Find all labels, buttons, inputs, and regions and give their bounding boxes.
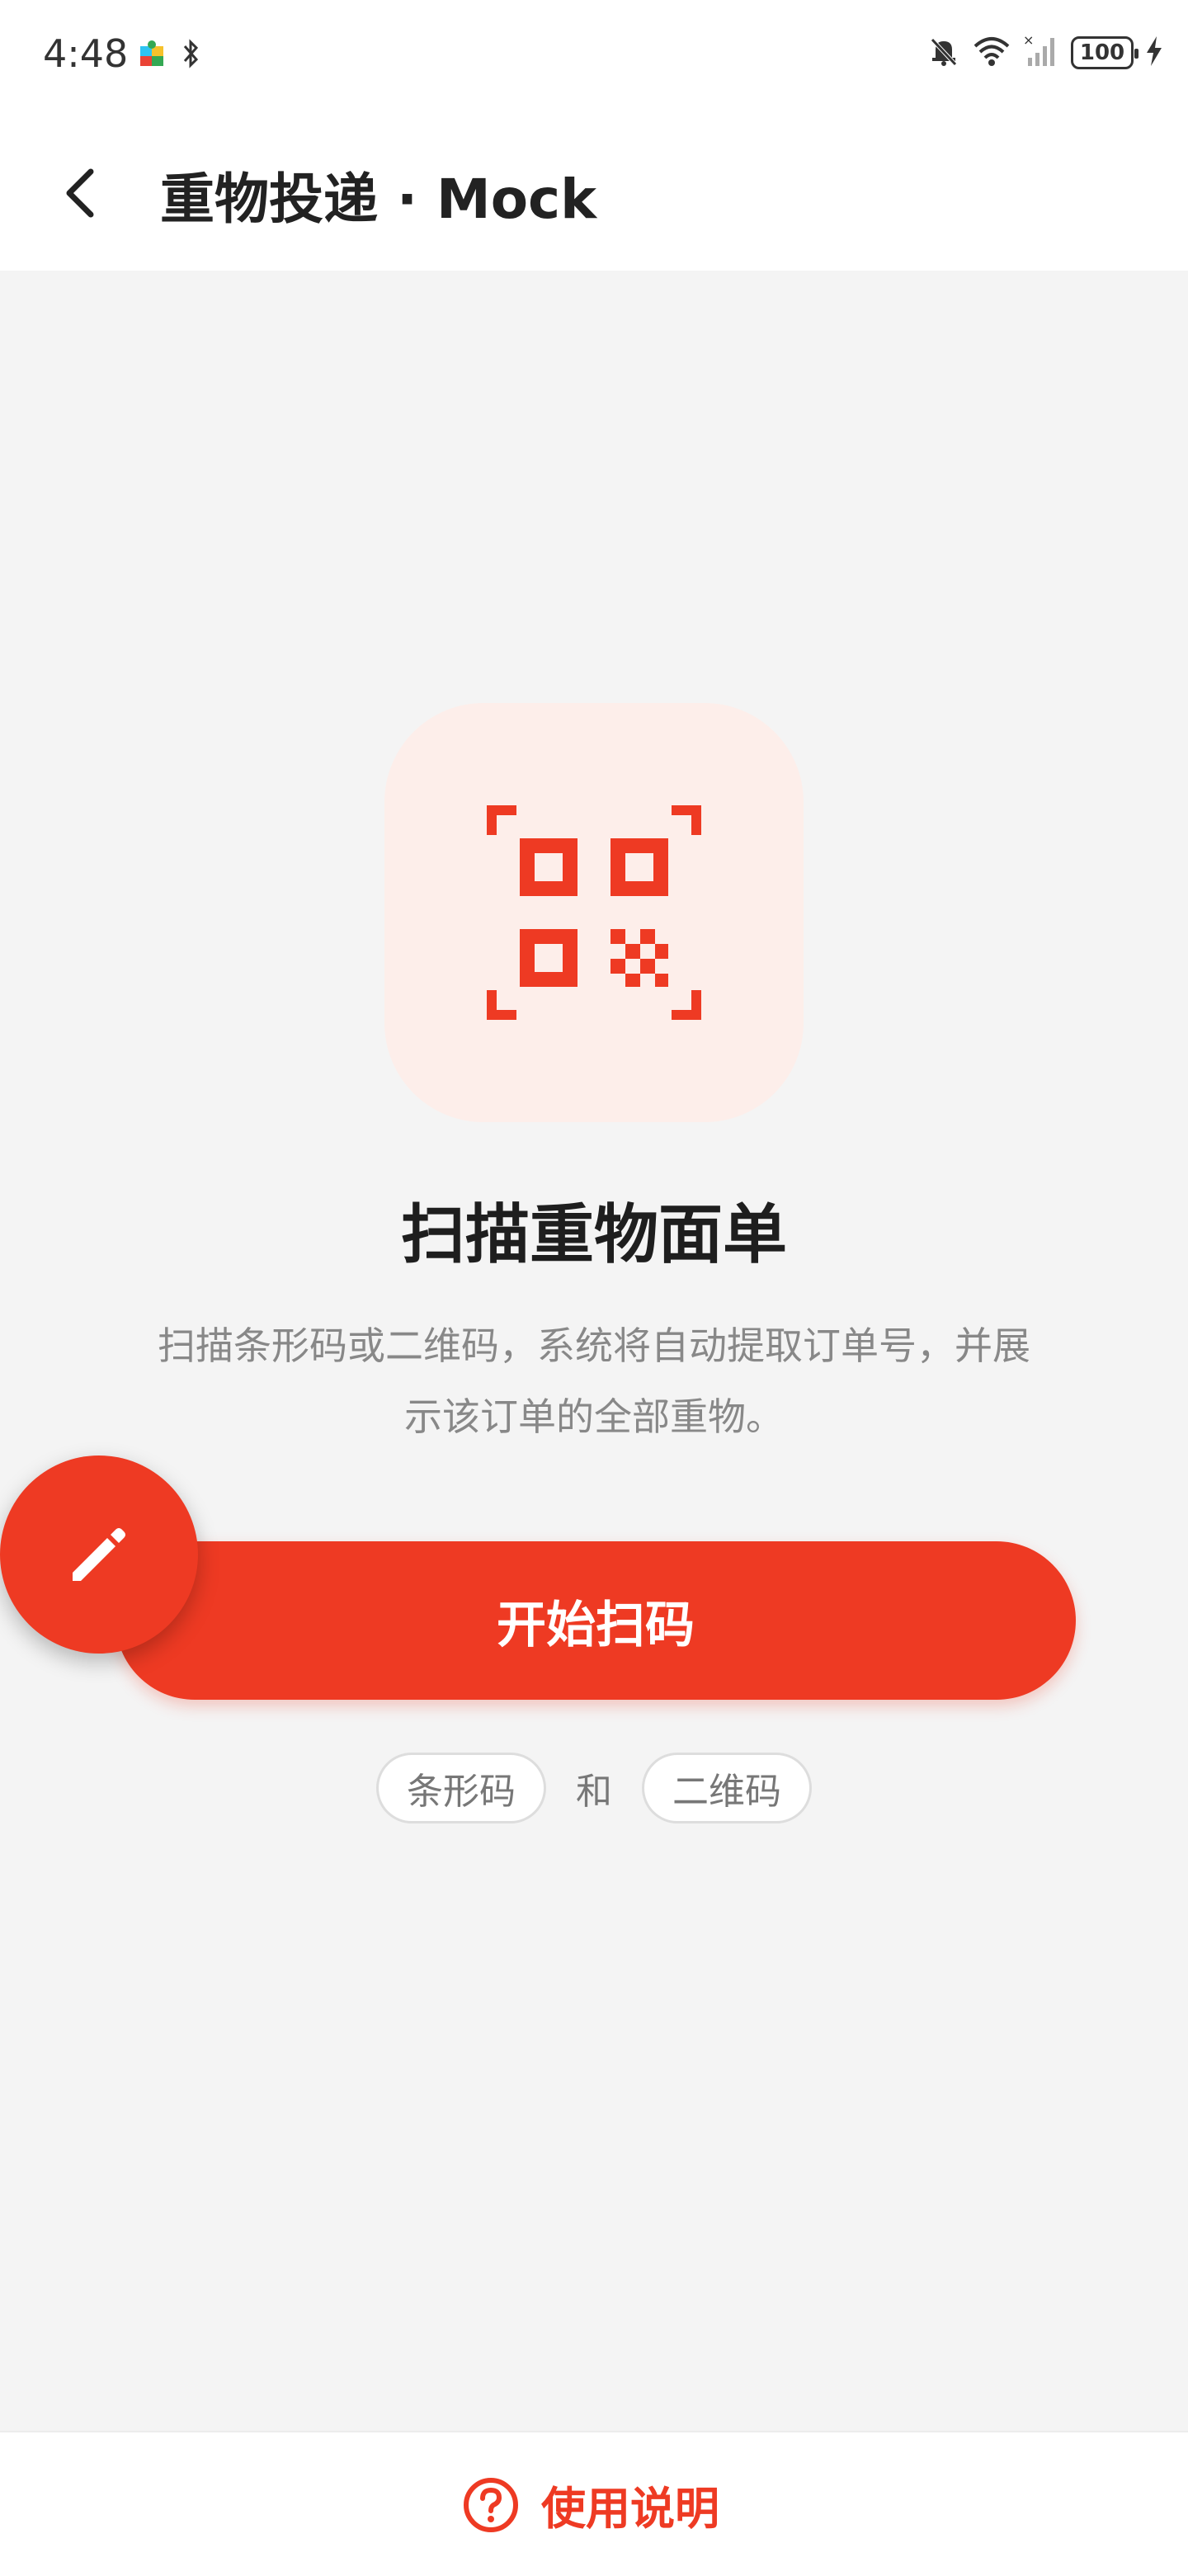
qr-scan-icon [487, 805, 701, 1020]
charging-bolt-icon [1145, 35, 1163, 71]
start-scan-button[interactable]: 开始扫码 [116, 1541, 1076, 1700]
cellular-signal-icon: × [1023, 32, 1059, 73]
status-app-icons [139, 38, 201, 73]
chevron-left-icon [66, 168, 94, 218]
status-bar: 4:48 × 100 [0, 0, 1188, 111]
help-link[interactable]: 使用说明 [462, 2472, 719, 2537]
bottom-bar: 使用说明 [0, 2431, 1188, 2576]
back-button[interactable] [50, 160, 116, 226]
page-title: 重物投递 · Mock [160, 167, 597, 231]
chip-barcode: 条形码 [376, 1753, 546, 1823]
headline: 扫描重物面单 [400, 1198, 787, 1272]
chip-separator: 和 [576, 1771, 612, 1813]
app-bar: 重物投递 · Mock [0, 111, 1188, 271]
description: 扫描条形码或二维码，系统将自动提取订单号，并展 示该订单的全部重物。 [91, 1310, 1097, 1452]
manual-entry-fab[interactable] [0, 1455, 198, 1654]
svg-text:×: × [1023, 33, 1034, 48]
help-circle-icon [464, 2477, 518, 2532]
status-indicators: × 100 [927, 32, 1163, 73]
bluetooth-icon [182, 38, 201, 73]
chip-qrcode: 二维码 [642, 1753, 812, 1823]
scan-illustration [384, 703, 804, 1122]
description-line-1: 扫描条形码或二维码，系统将自动提取订单号，并展 [158, 1323, 1030, 1368]
help-label: 使用说明 [541, 2483, 719, 2535]
supported-codes: 条形码 和 二维码 [0, 1753, 1188, 1823]
description-line-2: 示该订单的全部重物。 [404, 1394, 784, 1439]
puzzle-app-icon [139, 40, 167, 71]
pencil-icon [73, 1528, 125, 1581]
battery-indicator: 100 [1071, 36, 1138, 69]
mute-bell-icon [927, 35, 960, 71]
status-time: 4:48 [43, 31, 129, 76]
wifi-icon [972, 35, 1011, 71]
